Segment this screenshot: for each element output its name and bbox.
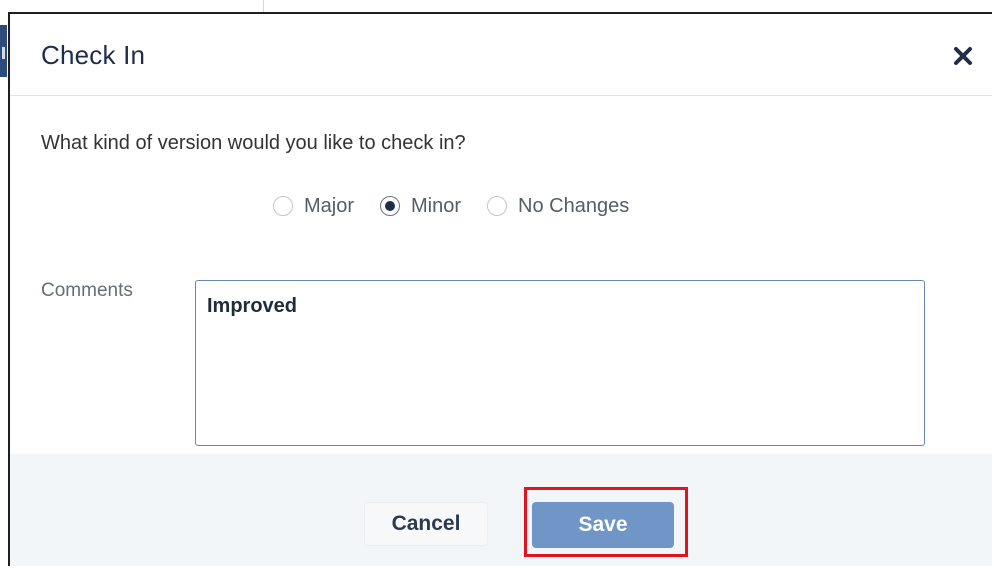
version-radio-group: Major Minor No Changes — [273, 192, 655, 220]
dialog-header: Check In — [10, 14, 992, 96]
radio-no-changes-circle[interactable] — [487, 196, 508, 216]
cancel-button[interactable]: Cancel — [364, 502, 488, 546]
close-button[interactable] — [950, 43, 976, 69]
radio-minor-label: Minor — [411, 194, 462, 217]
radio-major-label: Major — [304, 194, 355, 217]
radio-major-circle[interactable] — [273, 196, 293, 216]
dialog-title: Check In — [41, 40, 146, 70]
background-page — [0, 0, 994, 10]
save-button[interactable]: Save — [532, 502, 674, 548]
check-in-dialog: Check In What kind of version would you … — [8, 12, 992, 566]
dialog-footer — [10, 454, 992, 566]
version-question: What kind of version would you like to c… — [41, 132, 466, 154]
radio-minor-circle[interactable] — [380, 196, 401, 216]
close-icon — [954, 47, 972, 65]
radio-major[interactable]: Major — [273, 195, 354, 218]
comments-label: Comments — [41, 280, 133, 301]
radio-minor[interactable]: Minor — [380, 195, 461, 218]
comments-textarea[interactable]: Improved — [195, 280, 925, 446]
radio-no-changes-label: No Changes — [518, 194, 630, 217]
background-sidebar-edge — [0, 25, 7, 77]
radio-no-changes[interactable]: No Changes — [487, 195, 629, 218]
screen: Check In What kind of version would you … — [0, 0, 994, 573]
